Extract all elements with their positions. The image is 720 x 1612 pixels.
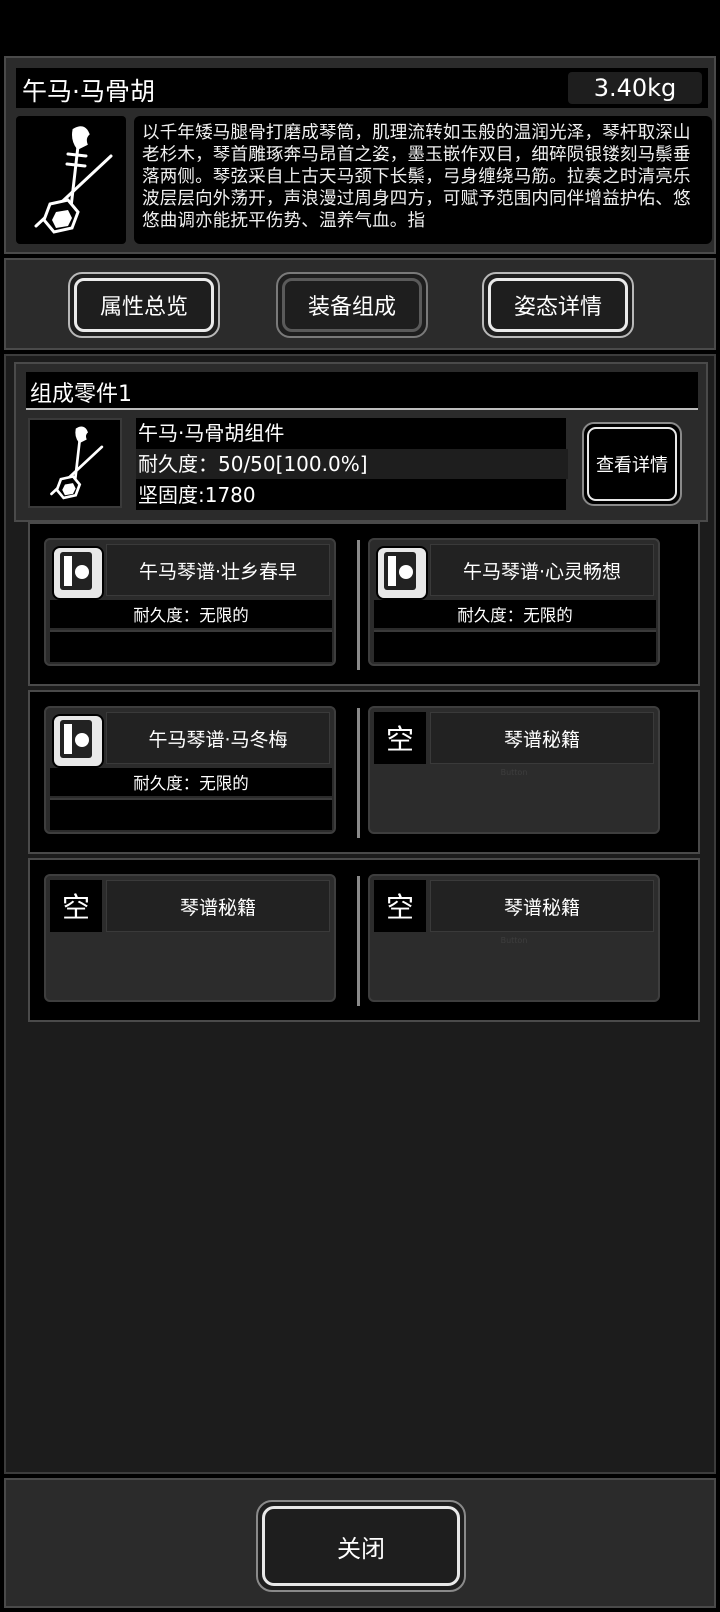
- slot-durability: 耐久度：无限的: [374, 600, 656, 628]
- close-button-label: 关闭: [262, 1506, 460, 1586]
- erhu-horsehead-icon: [16, 116, 126, 244]
- slot-name: 琴谱秘籍: [430, 712, 654, 764]
- title-bar: 午马·马骨胡 3.40kg: [16, 68, 708, 108]
- slot-divider: [357, 876, 360, 1006]
- component-title-bar: 组成零件1: [26, 372, 698, 410]
- item-description: 以千年矮马腿骨打磨成琴筒，肌理流转如玉般的温润光泽，琴杆取深山老杉木，琴首雕琢奔…: [134, 116, 712, 244]
- slot-name: 琴谱秘籍: [430, 880, 654, 932]
- empty-slot-label: 空: [374, 880, 426, 932]
- slot-ghost-text: Button: [500, 768, 528, 777]
- item-weight: 3.40kg: [568, 72, 702, 104]
- slot-row: 空 琴谱秘籍 空 琴谱秘籍 Button: [28, 858, 700, 1022]
- slot-name: 午马琴谱·壮乡春早: [106, 544, 330, 596]
- item-title: 午马·马骨胡: [22, 77, 155, 106]
- score-book-icon: [52, 546, 104, 600]
- score-book-icon: [52, 714, 104, 768]
- slot-ghost-text: Button: [500, 936, 528, 945]
- slot-bar: [374, 630, 656, 662]
- score-book-icon: [376, 546, 428, 600]
- item-header: 午马·马骨胡 3.40kg 以千年矮马腿骨打磨成琴筒，肌理流转如玉般的温润光泽，…: [4, 56, 716, 254]
- close-button[interactable]: 关闭: [256, 1500, 466, 1592]
- slot-bar: [50, 630, 332, 662]
- empty-slot-label: 空: [374, 712, 426, 764]
- score-slot[interactable]: 午马琴谱·马冬梅 耐久度：无限的: [44, 706, 336, 834]
- tab-bar: 属性总览 装备组成 姿态详情: [4, 258, 716, 350]
- component-name: 午马·马骨胡组件: [138, 421, 285, 445]
- tab-attributes[interactable]: 属性总览: [68, 272, 220, 338]
- erhu-horsehead-icon: [28, 418, 122, 508]
- component-info: 午马·马骨胡组件 耐久度：50/50[100.0%] 坚固度:1780: [136, 418, 568, 510]
- component-durability: 耐久度：50/50[100.0%]: [136, 449, 568, 479]
- tab-equipment-label: 装备组成: [307, 295, 396, 320]
- tab-attributes-label: 属性总览: [99, 295, 188, 320]
- slot-bar: [50, 798, 332, 830]
- slot-durability: 耐久度：无限的: [50, 600, 332, 628]
- empty-slot[interactable]: 空 琴谱秘籍: [44, 874, 336, 1002]
- slot-row: 午马琴谱·壮乡春早 耐久度：无限的 午马琴谱·心灵畅想 耐久度：无限的: [28, 522, 700, 686]
- slot-name: 琴谱秘籍: [106, 880, 330, 932]
- tab-equipment[interactable]: 装备组成: [276, 272, 428, 338]
- slot-divider: [357, 708, 360, 838]
- empty-slot-label: 空: [50, 880, 102, 932]
- tab-stance-label: 姿态详情: [513, 295, 602, 320]
- tab-stance[interactable]: 姿态详情: [482, 272, 634, 338]
- score-slot[interactable]: 午马琴谱·壮乡春早 耐久度：无限的: [44, 538, 336, 666]
- empty-slot[interactable]: 空 琴谱秘籍 Button: [368, 706, 660, 834]
- slot-durability: 耐久度：无限的: [50, 768, 332, 796]
- footer-bar: 关闭: [4, 1478, 716, 1608]
- slot-divider: [357, 540, 360, 670]
- component-hardness: 坚固度:1780: [138, 483, 256, 507]
- score-slot[interactable]: 午马琴谱·心灵畅想 耐久度：无限的: [368, 538, 660, 666]
- view-details-label: 查看详情: [587, 427, 677, 501]
- component-card: 组成零件1 午马·马骨胡组件 耐久度：50/50[100.0%] 坚固度:178…: [14, 362, 708, 522]
- empty-slot[interactable]: 空 琴谱秘籍 Button: [368, 874, 660, 1002]
- slot-name: 午马琴谱·心灵畅想: [430, 544, 654, 596]
- view-details-button[interactable]: 查看详情: [582, 422, 682, 506]
- slot-name: 午马琴谱·马冬梅: [106, 712, 330, 764]
- slot-row: 午马琴谱·马冬梅 耐久度：无限的 空 琴谱秘籍 Button: [28, 690, 700, 854]
- equipment-panel: 组成零件1 午马·马骨胡组件 耐久度：50/50[100.0%] 坚固度:178…: [4, 354, 716, 1474]
- component-section-title: 组成零件1: [30, 382, 132, 407]
